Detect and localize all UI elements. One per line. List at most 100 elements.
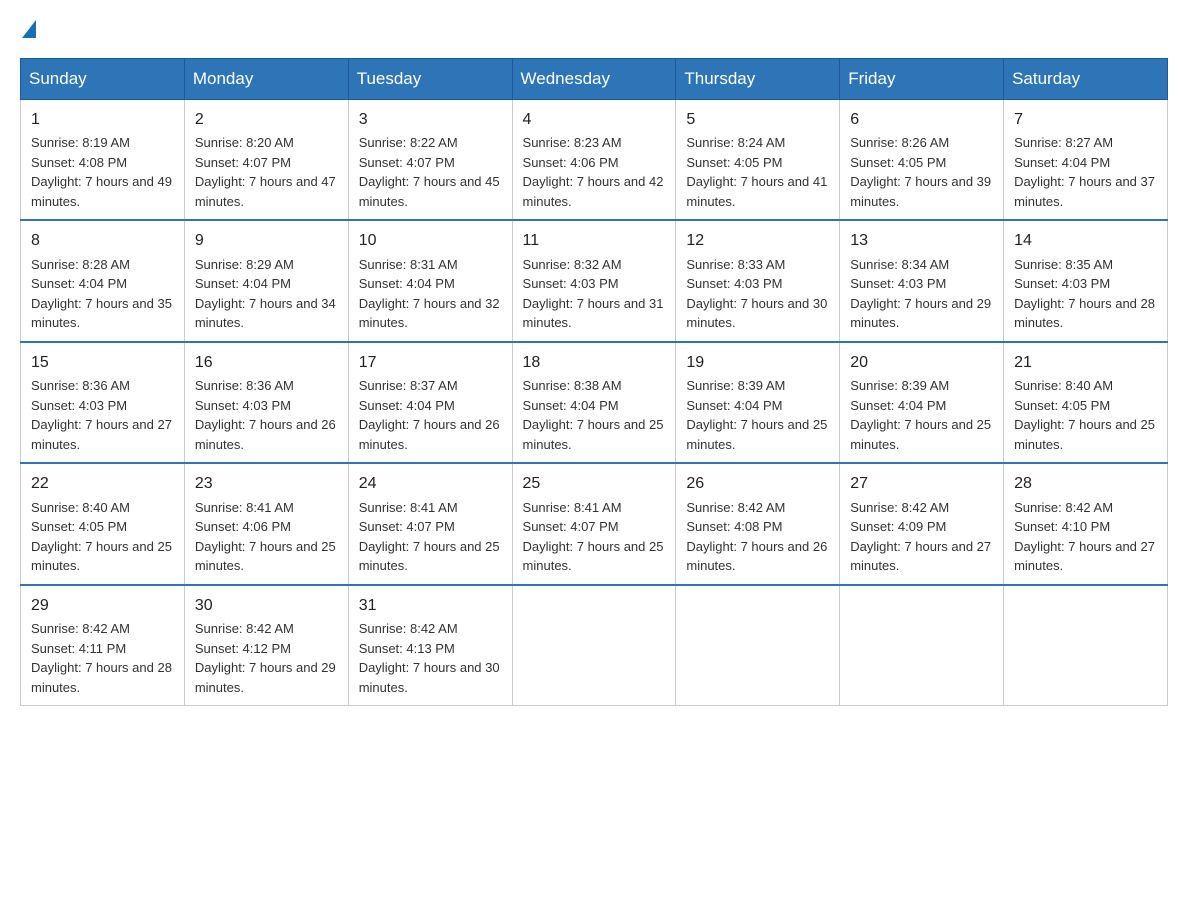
day-info: Sunrise: 8:42 AMSunset: 4:10 PMDaylight:… — [1014, 500, 1155, 574]
day-number: 28 — [1014, 472, 1157, 495]
calendar-cell: 15 Sunrise: 8:36 AMSunset: 4:03 PMDayligh… — [21, 342, 185, 463]
day-number: 11 — [523, 229, 666, 252]
calendar-cell — [1004, 585, 1168, 706]
calendar-cell: 24 Sunrise: 8:41 AMSunset: 4:07 PMDayligh… — [348, 463, 512, 584]
day-info: Sunrise: 8:28 AMSunset: 4:04 PMDaylight:… — [31, 257, 172, 331]
day-number: 3 — [359, 108, 502, 131]
day-number: 14 — [1014, 229, 1157, 252]
calendar-cell: 2 Sunrise: 8:20 AMSunset: 4:07 PMDaylight… — [184, 100, 348, 221]
calendar-cell: 26Sunrise: 8:42 AMSunset: 4:08 PMDayligh… — [676, 463, 840, 584]
day-info: Sunrise: 8:42 AMSunset: 4:13 PMDaylight:… — [359, 621, 500, 695]
header-friday: Friday — [840, 59, 1004, 100]
week-row-1: 1 Sunrise: 8:19 AMSunset: 4:08 PMDaylight… — [21, 100, 1168, 221]
day-info: Sunrise: 8:29 AMSunset: 4:04 PMDaylight:… — [195, 257, 336, 331]
calendar-cell: 5 Sunrise: 8:24 AMSunset: 4:05 PMDaylight… — [676, 100, 840, 221]
day-number: 17 — [359, 351, 502, 374]
day-number: 10 — [359, 229, 502, 252]
day-number: 7 — [1014, 108, 1157, 131]
header-sunday: Sunday — [21, 59, 185, 100]
day-number: 20 — [850, 351, 993, 374]
day-info: Sunrise: 8:42 AMSunset: 4:09 PMDaylight:… — [850, 500, 991, 574]
calendar-cell: 22 Sunrise: 8:40 AMSunset: 4:05 PMDayligh… — [21, 463, 185, 584]
day-info: Sunrise: 8:23 AMSunset: 4:06 PMDaylight:… — [523, 135, 664, 209]
calendar-cell: 23Sunrise: 8:41 AMSunset: 4:06 PMDayligh… — [184, 463, 348, 584]
day-number: 29 — [31, 594, 174, 617]
header-wednesday: Wednesday — [512, 59, 676, 100]
week-row-5: 29 Sunrise: 8:42 AMSunset: 4:11 PMDayligh… — [21, 585, 1168, 706]
day-number: 16 — [195, 351, 338, 374]
day-number: 24 — [359, 472, 502, 495]
calendar-cell: 28 Sunrise: 8:42 AMSunset: 4:10 PMDayligh… — [1004, 463, 1168, 584]
day-info: Sunrise: 8:41 AMSunset: 4:07 PMDaylight:… — [523, 500, 664, 574]
calendar-cell: 9 Sunrise: 8:29 AMSunset: 4:04 PMDaylight… — [184, 220, 348, 341]
logo-arrow-icon — [22, 20, 36, 38]
day-number: 25 — [523, 472, 666, 495]
calendar-cell: 11Sunrise: 8:32 AMSunset: 4:03 PMDayligh… — [512, 220, 676, 341]
day-info: Sunrise: 8:42 AMSunset: 4:12 PMDaylight:… — [195, 621, 336, 695]
day-number: 15 — [31, 351, 174, 374]
day-number: 2 — [195, 108, 338, 131]
week-row-2: 8 Sunrise: 8:28 AMSunset: 4:04 PMDaylight… — [21, 220, 1168, 341]
day-info: Sunrise: 8:39 AMSunset: 4:04 PMDaylight:… — [850, 378, 991, 452]
day-info: Sunrise: 8:33 AMSunset: 4:03 PMDaylight:… — [686, 257, 827, 331]
week-row-3: 15 Sunrise: 8:36 AMSunset: 4:03 PMDayligh… — [21, 342, 1168, 463]
calendar-cell: 21Sunrise: 8:40 AMSunset: 4:05 PMDayligh… — [1004, 342, 1168, 463]
day-info: Sunrise: 8:34 AMSunset: 4:03 PMDaylight:… — [850, 257, 991, 331]
day-number: 26 — [686, 472, 829, 495]
calendar-cell: 27 Sunrise: 8:42 AMSunset: 4:09 PMDayligh… — [840, 463, 1004, 584]
day-info: Sunrise: 8:36 AMSunset: 4:03 PMDaylight:… — [31, 378, 172, 452]
calendar-cell: 8 Sunrise: 8:28 AMSunset: 4:04 PMDaylight… — [21, 220, 185, 341]
day-number: 30 — [195, 594, 338, 617]
day-info: Sunrise: 8:38 AMSunset: 4:04 PMDaylight:… — [523, 378, 664, 452]
calendar-cell — [676, 585, 840, 706]
header-row: SundayMondayTuesdayWednesdayThursdayFrid… — [21, 59, 1168, 100]
day-number: 5 — [686, 108, 829, 131]
header-tuesday: Tuesday — [348, 59, 512, 100]
calendar-cell: 16Sunrise: 8:36 AMSunset: 4:03 PMDayligh… — [184, 342, 348, 463]
calendar-cell: 12 Sunrise: 8:33 AMSunset: 4:03 PMDayligh… — [676, 220, 840, 341]
calendar-table: SundayMondayTuesdayWednesdayThursdayFrid… — [20, 58, 1168, 706]
calendar-cell: 20 Sunrise: 8:39 AMSunset: 4:04 PMDayligh… — [840, 342, 1004, 463]
day-number: 31 — [359, 594, 502, 617]
day-info: Sunrise: 8:27 AMSunset: 4:04 PMDaylight:… — [1014, 135, 1155, 209]
week-row-4: 22 Sunrise: 8:40 AMSunset: 4:05 PMDayligh… — [21, 463, 1168, 584]
day-number: 19 — [686, 351, 829, 374]
day-info: Sunrise: 8:40 AMSunset: 4:05 PMDaylight:… — [31, 500, 172, 574]
day-info: Sunrise: 8:24 AMSunset: 4:05 PMDaylight:… — [686, 135, 827, 209]
calendar-cell: 31 Sunrise: 8:42 AMSunset: 4:13 PMDayligh… — [348, 585, 512, 706]
day-info: Sunrise: 8:41 AMSunset: 4:07 PMDaylight:… — [359, 500, 500, 574]
day-info: Sunrise: 8:19 AMSunset: 4:08 PMDaylight:… — [31, 135, 172, 209]
header-monday: Monday — [184, 59, 348, 100]
day-info: Sunrise: 8:31 AMSunset: 4:04 PMDaylight:… — [359, 257, 500, 331]
calendar-cell: 25 Sunrise: 8:41 AMSunset: 4:07 PMDayligh… — [512, 463, 676, 584]
calendar-cell: 10 Sunrise: 8:31 AMSunset: 4:04 PMDayligh… — [348, 220, 512, 341]
day-number: 1 — [31, 108, 174, 131]
day-number: 12 — [686, 229, 829, 252]
day-info: Sunrise: 8:22 AMSunset: 4:07 PMDaylight:… — [359, 135, 500, 209]
day-info: Sunrise: 8:20 AMSunset: 4:07 PMDaylight:… — [195, 135, 336, 209]
calendar-cell: 17Sunrise: 8:37 AMSunset: 4:04 PMDayligh… — [348, 342, 512, 463]
day-number: 9 — [195, 229, 338, 252]
day-info: Sunrise: 8:42 AMSunset: 4:11 PMDaylight:… — [31, 621, 172, 695]
header-saturday: Saturday — [1004, 59, 1168, 100]
day-number: 27 — [850, 472, 993, 495]
calendar-cell: 18Sunrise: 8:38 AMSunset: 4:04 PMDayligh… — [512, 342, 676, 463]
calendar-cell: 6 Sunrise: 8:26 AMSunset: 4:05 PMDaylight… — [840, 100, 1004, 221]
calendar-cell: 19 Sunrise: 8:39 AMSunset: 4:04 PMDayligh… — [676, 342, 840, 463]
logo — [20, 20, 36, 38]
calendar-cell — [512, 585, 676, 706]
day-number: 8 — [31, 229, 174, 252]
calendar-cell: 13Sunrise: 8:34 AMSunset: 4:03 PMDayligh… — [840, 220, 1004, 341]
header-thursday: Thursday — [676, 59, 840, 100]
day-info: Sunrise: 8:40 AMSunset: 4:05 PMDaylight:… — [1014, 378, 1155, 452]
day-info: Sunrise: 8:41 AMSunset: 4:06 PMDaylight:… — [195, 500, 336, 574]
day-number: 6 — [850, 108, 993, 131]
day-number: 4 — [523, 108, 666, 131]
calendar-cell: 14Sunrise: 8:35 AMSunset: 4:03 PMDayligh… — [1004, 220, 1168, 341]
calendar-cell: 29 Sunrise: 8:42 AMSunset: 4:11 PMDayligh… — [21, 585, 185, 706]
day-info: Sunrise: 8:26 AMSunset: 4:05 PMDaylight:… — [850, 135, 991, 209]
day-number: 22 — [31, 472, 174, 495]
calendar-cell: 4 Sunrise: 8:23 AMSunset: 4:06 PMDaylight… — [512, 100, 676, 221]
calendar-cell: 7 Sunrise: 8:27 AMSunset: 4:04 PMDaylight… — [1004, 100, 1168, 221]
day-info: Sunrise: 8:39 AMSunset: 4:04 PMDaylight:… — [686, 378, 827, 452]
